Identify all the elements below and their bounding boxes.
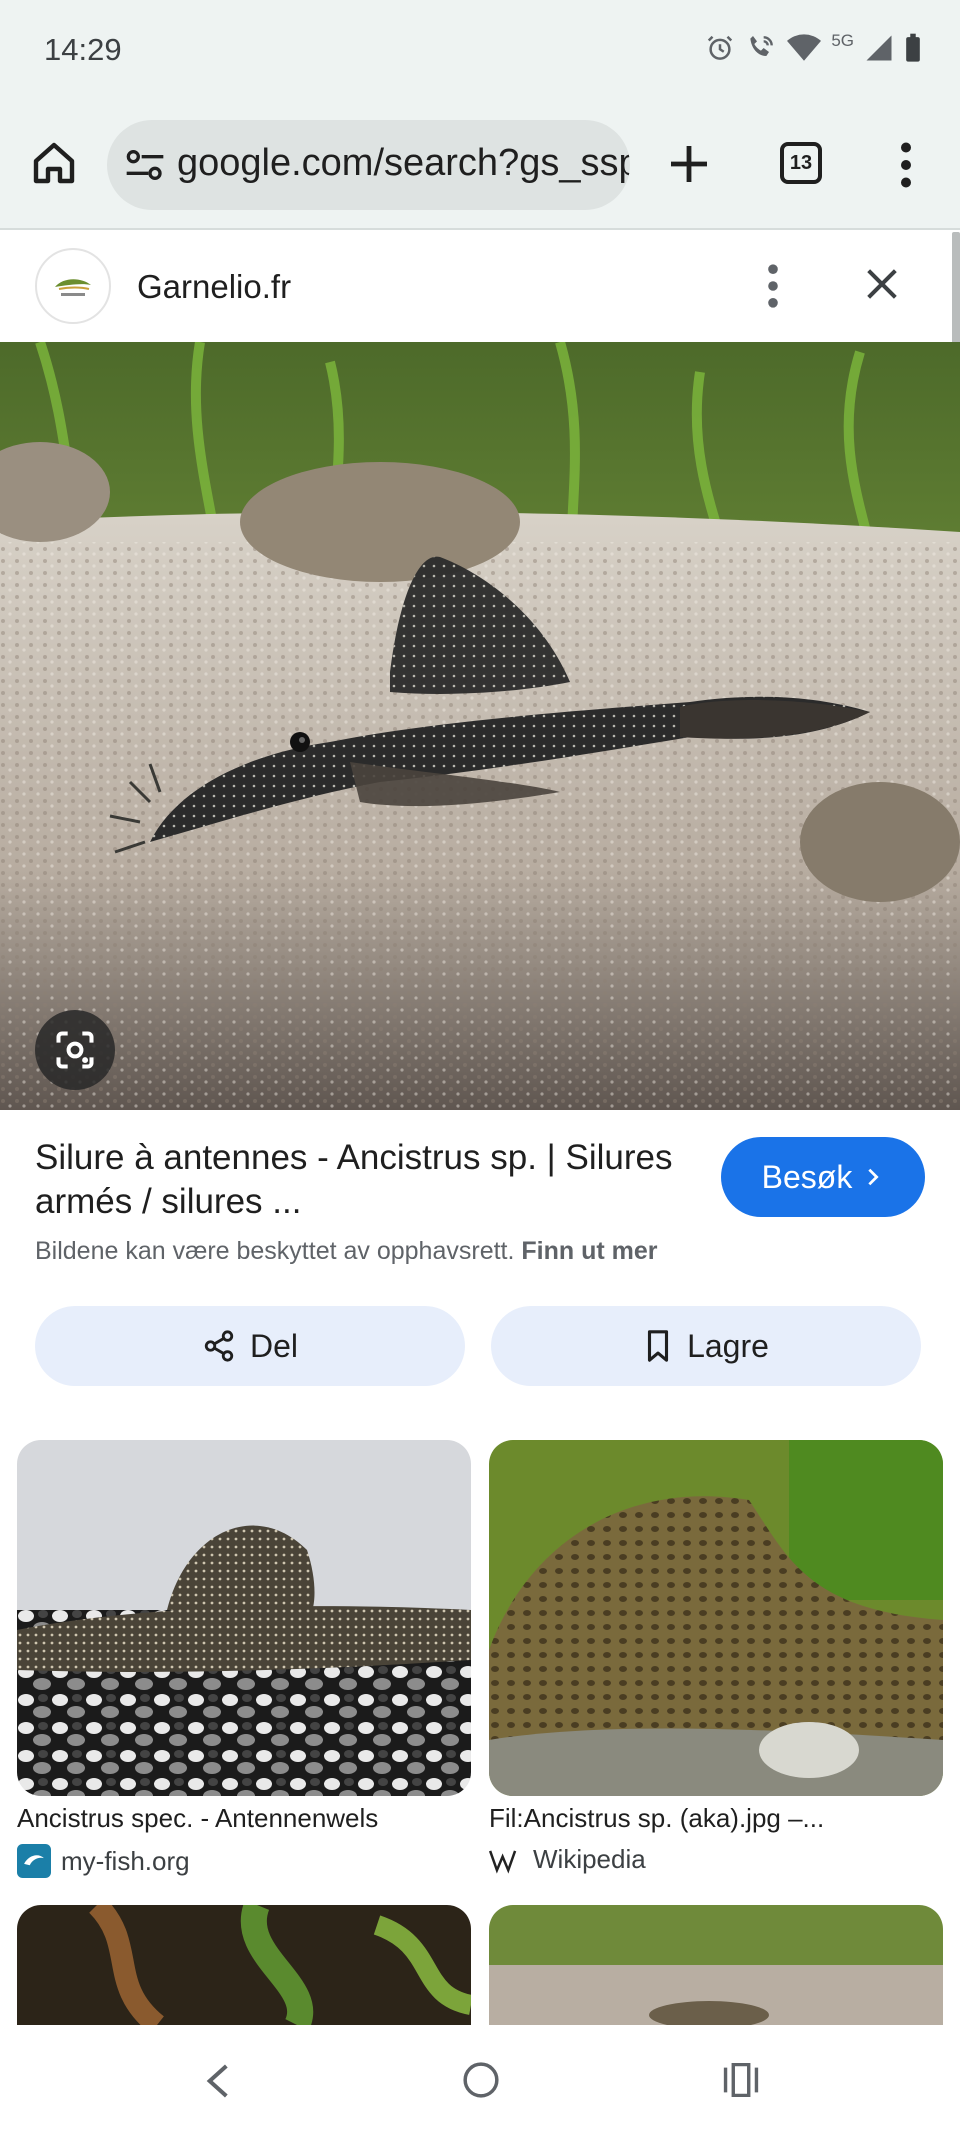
copyright-notice: Bildene kan være beskyttet av opphavsret… xyxy=(35,1237,658,1266)
lens-icon xyxy=(56,1031,94,1069)
url-text: google.com/search?gs_ssp xyxy=(177,142,630,184)
related-title-1[interactable]: Ancistrus spec. - Antennenwels xyxy=(17,1803,378,1834)
related-photo-2 xyxy=(489,1440,943,1796)
browser-menu-button[interactable] xyxy=(890,140,922,190)
page-info-icon[interactable] xyxy=(125,146,165,184)
my-fish-logo-icon xyxy=(17,1844,51,1878)
address-bar[interactable]: google.com/search?gs_ssp xyxy=(107,120,630,210)
system-nav-bar xyxy=(0,2025,960,2133)
share-label: Del xyxy=(249,1327,298,1364)
related-source-2[interactable]: Wikipedia xyxy=(489,1844,646,1875)
related-source-label-1: my-fish.org xyxy=(61,1845,190,1876)
related-title-2[interactable]: Fil:Ancistrus sp. (aka).jpg –... xyxy=(489,1803,824,1834)
home-icon xyxy=(33,142,75,184)
wifi-call-icon xyxy=(750,36,774,56)
home-button[interactable] xyxy=(30,139,78,187)
signal-icon xyxy=(866,35,892,61)
lens-button[interactable] xyxy=(35,1010,115,1090)
network-type: 5G xyxy=(831,31,854,50)
source-header: Garnelio.fr xyxy=(0,232,952,342)
status-bar: 14:29 5G xyxy=(0,0,960,100)
related-image-3[interactable] xyxy=(17,1905,471,2025)
more-vert-icon xyxy=(901,142,911,188)
status-time: 14:29 xyxy=(44,32,122,67)
back-icon[interactable] xyxy=(200,2061,236,2101)
share-button[interactable]: Del xyxy=(35,1306,465,1386)
related-image-4[interactable] xyxy=(489,1905,943,2025)
catfish-photo xyxy=(0,342,960,1110)
close-button[interactable] xyxy=(862,264,902,304)
bookmark-icon xyxy=(648,1330,669,1362)
share-icon xyxy=(204,1330,234,1362)
result-title[interactable]: Silure à antennes - Ancistrus sp. | Silu… xyxy=(35,1136,675,1224)
status-icons: 5G xyxy=(705,31,922,64)
alarm-icon xyxy=(708,35,733,60)
related-photo-4 xyxy=(489,1905,943,2025)
save-button[interactable]: Lagre xyxy=(491,1306,921,1386)
nav-home-icon[interactable] xyxy=(462,2061,500,2099)
source-name[interactable]: Garnelio.fr xyxy=(137,268,291,306)
shrimp-logo-icon xyxy=(55,279,91,296)
recents-icon[interactable] xyxy=(722,2063,760,2097)
source-logo[interactable] xyxy=(35,248,111,324)
related-image-1[interactable] xyxy=(17,1440,471,1796)
visit-button[interactable]: Besøk xyxy=(721,1137,925,1217)
save-label: Lagre xyxy=(687,1327,769,1364)
related-image-2[interactable] xyxy=(489,1440,943,1796)
copyright-text: Bildene kan være beskyttet av opphavsret… xyxy=(35,1237,515,1265)
learn-more-link[interactable]: Finn ut mer xyxy=(521,1237,657,1265)
wikipedia-logo-icon xyxy=(489,1850,517,1874)
main-image[interactable] xyxy=(0,342,960,1110)
battery-icon xyxy=(906,33,920,62)
related-photo-1 xyxy=(17,1440,471,1796)
related-source-label-2: Wikipedia xyxy=(533,1844,646,1874)
tab-count: 13 xyxy=(789,151,813,174)
source-menu-button[interactable] xyxy=(760,262,786,310)
plus-icon xyxy=(671,146,707,182)
tab-switcher-button[interactable]: 13 xyxy=(780,142,822,184)
more-vert-icon xyxy=(768,264,778,308)
wifi-icon xyxy=(787,34,822,61)
related-source-1[interactable]: my-fish.org xyxy=(17,1844,190,1878)
visit-label: Besøk xyxy=(761,1158,853,1195)
browser-toolbar: google.com/search?gs_ssp 13 xyxy=(0,100,960,230)
new-tab-button[interactable] xyxy=(665,140,713,188)
related-photo-3 xyxy=(17,1905,471,2025)
chevron-right-icon xyxy=(868,1168,879,1186)
close-icon xyxy=(867,269,897,299)
